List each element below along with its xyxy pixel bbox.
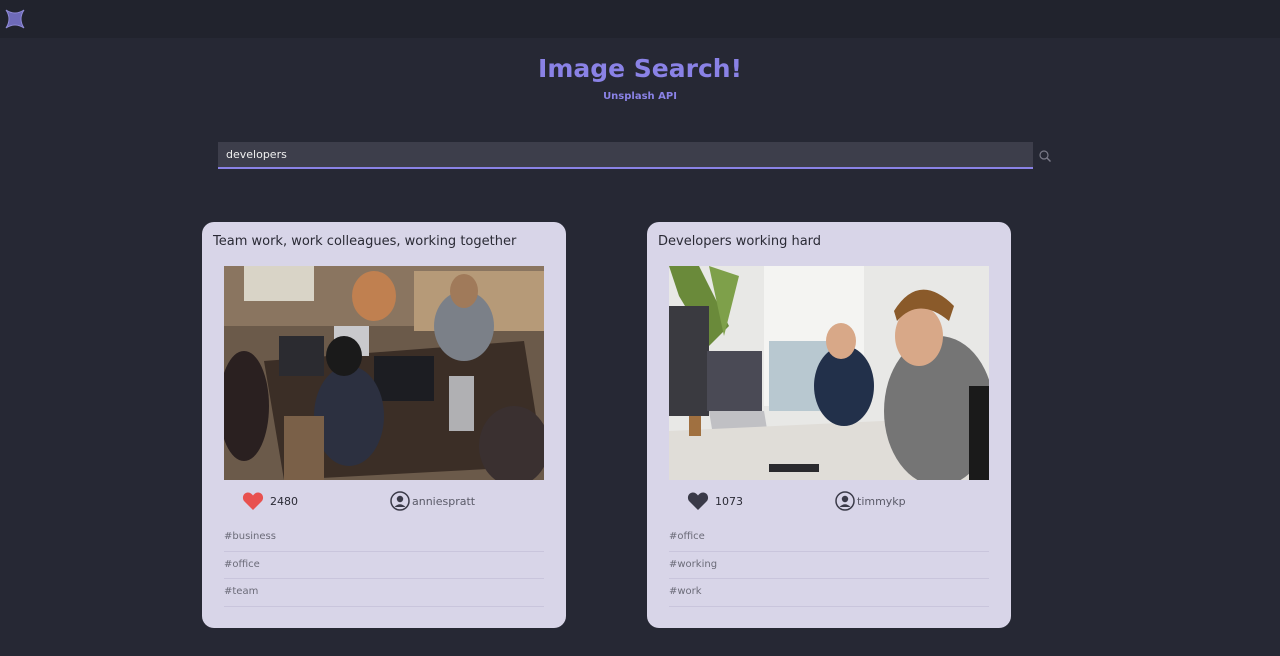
search-icon[interactable] bbox=[1038, 149, 1052, 163]
tag-list: #office #working #work bbox=[669, 524, 989, 607]
page-subtitle: Unsplash API bbox=[603, 91, 677, 102]
developers-photo bbox=[669, 266, 989, 480]
heart-icon[interactable] bbox=[687, 491, 709, 511]
author[interactable]: anniespratt bbox=[390, 490, 475, 512]
likes-count: 2480 bbox=[270, 494, 298, 508]
author[interactable]: timmykp bbox=[835, 490, 906, 512]
page-title: Image Search! bbox=[538, 54, 742, 83]
likes-count: 1073 bbox=[715, 494, 743, 508]
card-photo[interactable] bbox=[224, 266, 544, 480]
tag-list: #business #office #team bbox=[224, 524, 544, 607]
author-name: anniespratt bbox=[412, 494, 476, 508]
x-star-logo-icon[interactable] bbox=[4, 8, 26, 30]
card-title: Developers working hard bbox=[658, 234, 822, 249]
search-input[interactable] bbox=[218, 142, 1033, 167]
card-title: Team work, work colleagues, working toge… bbox=[213, 234, 517, 249]
tag-item[interactable]: #office bbox=[224, 552, 544, 579]
image-card: Developers working hard 1073 timmykp #of… bbox=[647, 222, 1011, 628]
team-work-photo bbox=[224, 266, 544, 480]
image-card: Team work, work colleagues, working toge… bbox=[202, 222, 566, 628]
tag-item[interactable]: #work bbox=[669, 579, 989, 607]
likes: 1073 bbox=[687, 490, 743, 512]
user-avatar-icon bbox=[390, 491, 410, 511]
search-bar bbox=[218, 142, 1033, 169]
user-avatar-icon bbox=[835, 491, 855, 511]
tag-item[interactable]: #team bbox=[224, 579, 544, 607]
top-bar bbox=[0, 0, 1280, 38]
card-photo[interactable] bbox=[669, 266, 989, 480]
author-name: timmykp bbox=[857, 494, 906, 508]
likes: 2480 bbox=[242, 490, 298, 512]
tag-item[interactable]: #business bbox=[224, 524, 544, 552]
tag-item[interactable]: #working bbox=[669, 552, 989, 579]
heart-filled-icon[interactable] bbox=[242, 491, 264, 511]
tag-item[interactable]: #office bbox=[669, 524, 989, 552]
